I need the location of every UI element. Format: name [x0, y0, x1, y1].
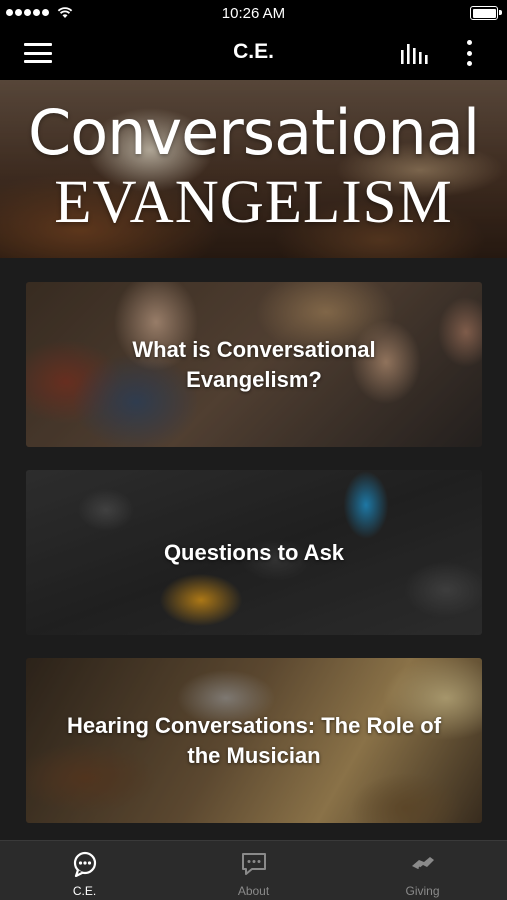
tab-giving[interactable]: Giving: [338, 841, 507, 900]
card-what-is-conversational-evangelism[interactable]: What is Conversational Evangelism?: [26, 282, 482, 447]
handshake-icon: [411, 857, 434, 871]
card-label: Hearing Conversations: The Role of the M…: [66, 712, 442, 768]
tab-bar: C.E. About Giving: [0, 840, 507, 900]
card-label: Questions to Ask: [163, 539, 345, 565]
hero-title: Conversational: [27, 96, 480, 169]
card-hearing-conversations[interactable]: Hearing Conversations: The Role of the M…: [26, 658, 482, 823]
status-bar: 10:26 AM: [0, 0, 507, 26]
battery-icon: [470, 6, 502, 20]
hero-subtitle: EVANGELISM: [54, 169, 453, 236]
card-questions-to-ask[interactable]: Questions to Ask: [26, 470, 482, 635]
audio-player-icon[interactable]: [399, 42, 429, 64]
chat-bubble-icon: [73, 851, 96, 877]
page-title: C.E.: [233, 40, 274, 63]
tab-label: Giving: [405, 884, 440, 898]
hamburger-menu-icon[interactable]: [24, 43, 52, 63]
content-list: What is Conversational Evangelism? Quest…: [0, 258, 507, 840]
more-options-icon[interactable]: [464, 40, 474, 66]
tab-ce[interactable]: C.E.: [0, 841, 169, 900]
message-icon: [241, 853, 266, 875]
status-time: 10:26 AM: [221, 5, 286, 22]
tab-about[interactable]: About: [169, 841, 338, 900]
card-label: What is Conversational Evangelism?: [132, 336, 376, 392]
nav-bar: C.E.: [0, 26, 507, 80]
hero-banner: Conversational EVANGELISM: [0, 80, 507, 258]
tab-label: C.E.: [72, 884, 97, 898]
tab-label: About: [237, 884, 270, 898]
